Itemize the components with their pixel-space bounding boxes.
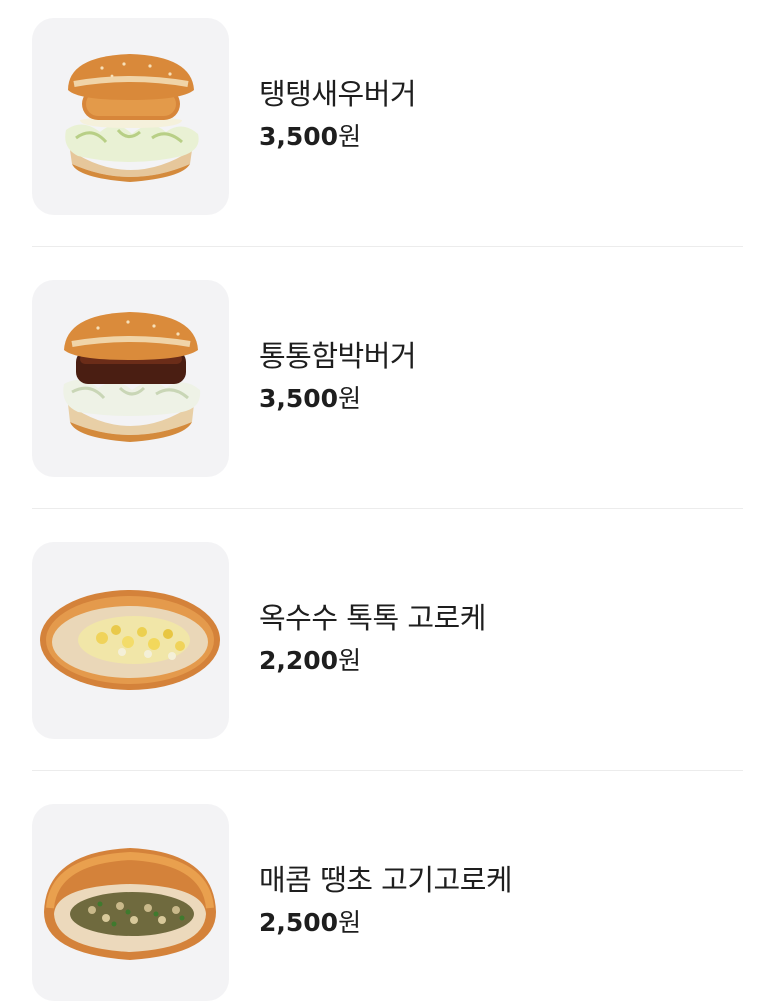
hamburg-burger-illustration	[63, 312, 201, 442]
item-info: 탱탱새우버거 3,500원	[259, 76, 739, 152]
item-price: 3,500원	[259, 384, 739, 414]
price-currency: 원	[338, 384, 362, 413]
menu-item-hamburg-burger[interactable]: 통통함박버거 3,500원	[32, 280, 743, 477]
divider	[32, 770, 743, 771]
item-price: 2,200원	[259, 646, 739, 676]
shrimp-burger-image[interactable]	[32, 18, 229, 215]
price-amount: 2,500	[259, 908, 339, 937]
price-amount: 3,500	[259, 384, 339, 413]
menu-item-shrimp-burger[interactable]: 탱탱새우버거 3,500원	[32, 18, 743, 215]
price-currency: 원	[338, 908, 362, 937]
item-info: 통통함박버거 3,500원	[259, 338, 739, 414]
divider	[32, 246, 743, 247]
spicy-meat-croquette-image[interactable]	[32, 804, 229, 1001]
menu-list: 탱탱새우버거 3,500원 통통함박버거 3,500원 옥수수 톡톡 고로케 2…	[0, 0, 773, 1001]
menu-item-spicy-meat-croquette[interactable]: 매콤 땡초 고기고로케 2,500원	[32, 804, 743, 1001]
item-price: 3,500원	[259, 122, 739, 152]
item-info: 옥수수 톡톡 고로케 2,200원	[259, 600, 739, 676]
price-amount: 2,200	[259, 646, 339, 675]
item-name: 탱탱새우버거	[259, 77, 417, 111]
price-currency: 원	[338, 646, 362, 675]
item-name: 통통함박버거	[259, 339, 417, 373]
shrimp-burger-illustration	[65, 54, 199, 182]
corn-croquette-illustration	[40, 590, 220, 690]
hamburg-burger-image[interactable]	[32, 280, 229, 477]
item-name: 매콤 땡초 고기고로케	[259, 863, 513, 897]
item-price: 2,500원	[259, 908, 739, 938]
price-currency: 원	[338, 122, 362, 151]
menu-item-corn-croquette[interactable]: 옥수수 톡톡 고로케 2,200원	[32, 542, 743, 739]
item-info: 매콤 땡초 고기고로케 2,500원	[259, 862, 739, 938]
price-amount: 3,500	[259, 122, 339, 151]
divider	[32, 508, 743, 509]
corn-croquette-image[interactable]	[32, 542, 229, 739]
spicy-meat-croquette-illustration	[44, 848, 216, 960]
item-name: 옥수수 톡톡 고로케	[259, 601, 486, 635]
